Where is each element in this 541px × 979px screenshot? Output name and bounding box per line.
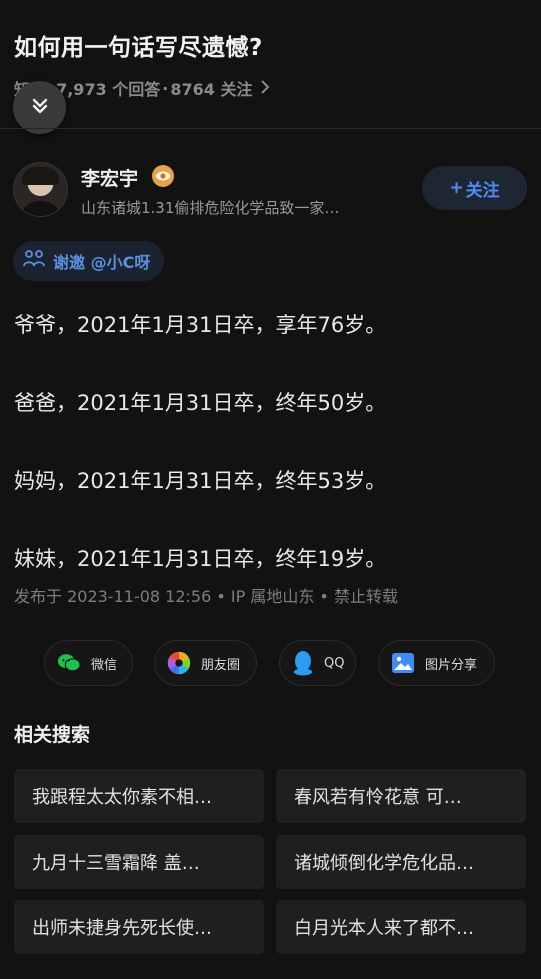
meta-separator: · <box>162 78 169 98</box>
eye-badge-icon[interactable] <box>152 165 174 187</box>
share-wechat-button[interactable]: 微信 <box>44 640 133 686</box>
follow-label: 关注 <box>465 180 500 201</box>
invite-label: 谢邀 @小C呀 <box>53 253 151 272</box>
answer-line: 爷爷，2021年1月31日卒，享年76岁。 <box>14 313 387 337</box>
related-search-title: 相关搜索 <box>14 724 91 746</box>
question-title[interactable]: 如何用一句话写尽遗憾? <box>14 28 263 62</box>
follow-button[interactable]: + 关注 <box>422 166 527 210</box>
share-qq-button[interactable]: QQ <box>279 640 356 686</box>
qq-icon <box>292 651 314 676</box>
author-name[interactable]: 李宏宇 <box>81 164 138 191</box>
answer-line: 妈妈，2021年1月31日卒，终年53岁。 <box>14 469 387 493</box>
avatar[interactable] <box>13 162 68 217</box>
avatar-body <box>18 201 63 216</box>
share-wechat-label: 微信 <box>91 657 118 673</box>
answer-line: 妹妹，2021年1月31日卒，终年19岁。 <box>14 547 387 571</box>
share-image-label: 图片分享 <box>425 657 478 673</box>
plus-icon: + <box>449 178 464 198</box>
double-chevron-down-icon <box>30 96 50 120</box>
meta-answers: 7,973 个回答 <box>56 80 161 99</box>
related-search-item[interactable]: 出师未捷身先死长使… <box>14 900 264 954</box>
image-icon <box>391 651 415 675</box>
collapse-button[interactable] <box>13 81 66 134</box>
avatar-hair <box>22 167 59 185</box>
answer-page: 如何用一句话写尽遗憾? 知乎 · 7,973 个回答 · 8764 关注 李宏宇… <box>0 0 541 979</box>
share-moments-button[interactable]: 朋友圈 <box>154 640 257 686</box>
invite-tag[interactable]: 谢邀 @小C呀 <box>13 241 165 281</box>
share-qq-label: QQ <box>324 655 345 671</box>
moments-icon <box>167 651 191 675</box>
chevron-right-icon <box>260 79 270 98</box>
related-search-item[interactable]: 春风若有怜花意 可… <box>276 769 526 823</box>
related-search-item[interactable]: 诸城倾倒化学危化品… <box>276 835 526 889</box>
wechat-icon <box>57 651 81 675</box>
answer-body: 爷爷，2021年1月31日卒，享年76岁。 爸爸，2021年1月31日卒，终年5… <box>14 308 524 620</box>
author-bio: 山东诸城1.31偷排危险化学品致一家… <box>81 199 340 217</box>
share-image-button[interactable]: 图片分享 <box>378 640 495 686</box>
divider <box>0 128 541 129</box>
people-icon <box>23 249 45 273</box>
related-search-item[interactable]: 我跟程太太你素不相… <box>14 769 264 823</box>
answer-line: 爸爸，2021年1月31日卒，终年50岁。 <box>14 391 387 415</box>
related-search-item[interactable]: 白月光本人来了都不… <box>276 900 526 954</box>
meta-followers: 8764 关注 <box>170 80 253 99</box>
publish-info: 发布于 2023-11-08 12:56 • IP 属地山东 • 禁止转载 <box>14 587 398 606</box>
related-search-item[interactable]: 九月十三雪霜降 盖… <box>14 835 264 889</box>
share-moments-label: 朋友圈 <box>201 657 241 673</box>
